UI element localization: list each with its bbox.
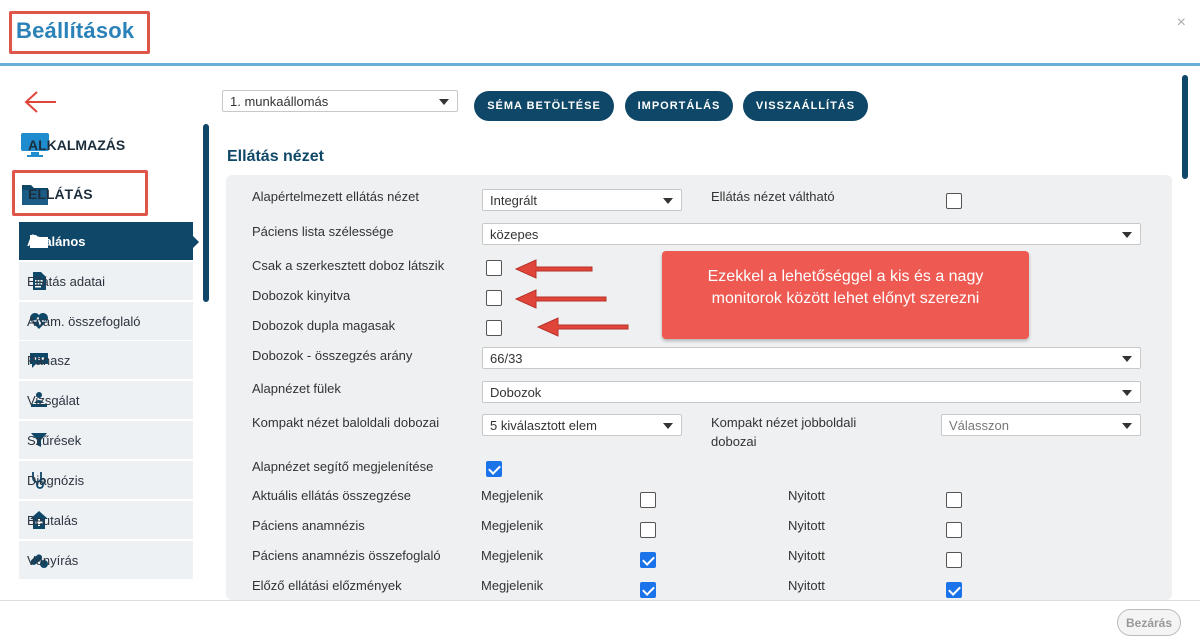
row-open-label: Nyitott [788,488,825,503]
patient-list-width-label: Páciens lista szélessége [252,224,394,239]
settings-window: Beállítások × ALKALMAZÁS ELLÁTÁS Általán… [0,0,1200,639]
compact-left-select[interactable]: 5 kiválasztott elem [482,414,682,436]
row-show-checkbox[interactable] [640,552,656,568]
sidebar-scrollbar[interactable] [203,124,209,302]
workstation-value: 1. munkaállomás [230,93,329,109]
main-scrollbar[interactable] [1182,75,1188,179]
sidebar-item-szuresek[interactable]: Szűrések [19,421,193,460]
sidebar-item-label: Ellátás adatai [27,273,106,289]
title-divider [0,63,1200,66]
sidebar-item-altalanos[interactable]: Általános [19,222,193,261]
window-title: Beállítások [16,18,135,43]
compact-right-value: Válasszon [949,417,1009,433]
chevron-down-icon [1122,423,1132,429]
row-open-checkbox[interactable] [946,492,962,508]
compact-left-label: Kompakt nézet baloldali dobozai [252,415,440,430]
row-show-label: Megjelenik [481,548,544,563]
row-show-checkbox[interactable] [640,582,656,598]
row-open-label: Nyitott [788,548,825,563]
arrow-icon [514,259,593,279]
compact-left-value: 5 kiválasztott elem [490,417,597,433]
sidebar-item-label: Anam. összefoglaló [27,313,141,329]
default-view-select[interactable]: Integrált [482,189,682,211]
sidebar-item-label: Panasz [27,352,71,368]
sidebar-item-anam-osszefoglalo[interactable]: Anam. összefoglaló [19,302,193,341]
boxes-double-height-checkbox[interactable] [486,320,502,336]
row-show-label: Megjelenik [481,578,544,593]
row-open-checkbox[interactable] [946,522,962,538]
view-switchable-checkbox[interactable] [946,193,962,209]
close-icon[interactable]: × [1177,14,1186,32]
view-switchable-label: Ellátás nézet váltható [711,189,835,204]
boxes-expanded-checkbox[interactable] [486,290,502,306]
compact-right-label-line2: dobozai [711,434,757,449]
row-open-label: Nyitott [788,578,825,593]
back-arrow-icon[interactable] [24,90,58,114]
base-helper-label: Alapnézet segítő megjelenítése [252,459,434,474]
chevron-down-icon [663,198,673,204]
row-label: Páciens anamnézis összefoglaló [252,548,441,563]
sidebar-item-beutalas[interactable]: Beutalás [19,501,193,540]
boxes-expanded-label: Dobozok kinyitva [252,288,351,303]
row-open-checkbox[interactable] [946,552,962,568]
import-button[interactable]: IMPORTÁLÁS [625,91,733,121]
callout-note: Ezekkel a lehetőséggel a kis és a nagy m… [662,251,1029,339]
dialog-footer [0,600,1200,639]
base-view-tabs-value: Dobozok [490,384,542,400]
boxes-summary-ratio-select[interactable]: 66/33 [482,347,1141,369]
arrow-icon [536,317,629,337]
sidebar-main-alkalmazas[interactable]: ALKALMAZÁS [20,127,125,163]
row-open-label: Nyitott [788,518,825,533]
sidebar-main-label: ELLÁTÁS [28,186,93,202]
active-indicator [193,236,199,248]
row-show-label: Megjelenik [481,518,544,533]
sidebar-item-label: Diagnózis [27,472,85,488]
close-button[interactable]: Bezárás [1117,609,1181,636]
sidebar-item-vizsgalat[interactable]: Vizsgálat [19,381,193,420]
chevron-down-icon [663,423,673,429]
chevron-down-icon [439,99,449,105]
sidebar-item-label: Beutalás [27,512,78,528]
boxes-summary-ratio-label: Dobozok - összegzés arány [252,348,413,363]
chevron-down-icon [1122,356,1132,362]
chevron-down-icon [1122,390,1132,396]
base-view-tabs-label: Alapnézet fülek [252,381,341,396]
compact-right-label: Kompakt nézet jobboldali [711,415,857,430]
compact-right-select[interactable]: Válasszon [941,414,1141,436]
patient-list-width-value: közepes [490,226,539,242]
row-open-checkbox[interactable] [946,582,962,598]
title-bar: Beállítások × [0,0,1200,64]
base-helper-checkbox[interactable] [486,461,502,477]
sidebar-main-ellatas[interactable]: ELLÁTÁS [20,176,93,212]
patient-list-width-select[interactable]: közepes [482,223,1141,245]
chevron-down-icon [1122,232,1132,238]
sidebar-item-label: Vizsgálat [27,392,80,408]
workstation-select[interactable]: 1. munkaállomás [222,90,458,112]
sidebar-item-ellatas-adatai[interactable]: Ellátás adatai [19,262,193,301]
base-view-tabs-select[interactable]: Dobozok [482,381,1141,403]
default-view-label: Alapértelmezett ellátás nézet [252,189,419,204]
default-view-value: Integrált [490,192,537,208]
row-show-label: Megjelenik [481,488,544,503]
sidebar-item-panasz[interactable]: Panasz [19,341,193,380]
arrow-icon [514,289,607,309]
only-edited-box-label: Csak a szerkesztett doboz látszik [252,258,445,273]
load-schema-button[interactable]: SÉMA BETÖLTÉSE [474,91,614,121]
sidebar-main-label: ALKALMAZÁS [28,137,126,153]
row-show-checkbox[interactable] [640,492,656,508]
row-label: Aktuális ellátás összegzése [252,488,411,503]
sidebar-item-label: Vényírás [27,552,79,568]
section-title: Ellátás nézet [227,148,324,165]
row-show-checkbox[interactable] [640,522,656,538]
sidebar-item-label: Általános [27,233,86,249]
row-label: Páciens anamnézis [252,518,365,533]
sidebar-item-diagnozis[interactable]: Diagnózis [19,461,193,500]
boxes-summary-ratio-value: 66/33 [490,350,523,366]
sidebar-item-venyiras[interactable]: Vényírás [19,541,193,580]
reset-button[interactable]: VISSZAÁLLÍTÁS [743,91,868,121]
only-edited-box-checkbox[interactable] [486,260,502,276]
row-label: Előző ellátási előzmények [252,578,402,593]
boxes-double-height-label: Dobozok dupla magasak [252,318,396,333]
sidebar-item-label: Szűrések [27,432,82,448]
